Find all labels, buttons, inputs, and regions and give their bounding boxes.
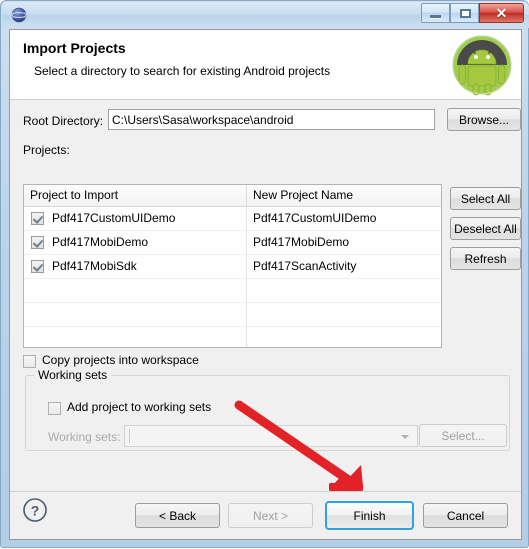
table-header-row: Project to Import New Project Name [24, 185, 441, 207]
maximize-button[interactable] [450, 3, 479, 23]
copy-projects-checkbox[interactable] [23, 355, 36, 368]
projects-table[interactable]: Project to Import New Project Name Pdf41… [23, 184, 442, 348]
minimize-button[interactable] [421, 3, 450, 23]
close-button[interactable]: ✕ [479, 3, 524, 23]
row-checkbox[interactable] [31, 260, 44, 273]
minimize-icon [430, 15, 441, 19]
cell-new-project-name: Pdf417ScanActivity [253, 259, 357, 273]
cell-project-to-import: Pdf417MobiSdk [52, 259, 137, 273]
browse-button[interactable]: Browse... [447, 108, 521, 131]
dialog-window: ✕ Import Projects Select a directory to … [0, 0, 529, 548]
table-body: Pdf417CustomUIDemo Pdf417CustomUIDemo Pd… [24, 207, 441, 347]
header-column-divider[interactable] [246, 185, 247, 206]
cell-project-to-import: Pdf417CustomUIDemo [52, 211, 176, 225]
svg-text:?: ? [31, 503, 40, 519]
working-sets-combo-label: Working sets: [48, 430, 121, 444]
title-bar: ✕ [1, 1, 529, 29]
footer-separator [10, 491, 521, 492]
root-directory-label: Root Directory: [23, 114, 104, 128]
cell-project-to-import: Pdf417MobiDemo [52, 235, 149, 249]
eclipse-globe-icon [11, 7, 27, 23]
text-caret [129, 429, 130, 443]
help-icon[interactable]: ? [22, 497, 48, 523]
dialog-client-area: Import Projects Select a directory to se… [9, 29, 522, 540]
root-directory-input[interactable] [108, 109, 435, 130]
refresh-button[interactable]: Refresh [450, 247, 521, 270]
next-button[interactable]: Next > [228, 503, 313, 528]
add-project-label: Add project to working sets [67, 400, 212, 414]
table-row-empty[interactable] [24, 303, 441, 327]
projects-label: Projects: [23, 143, 70, 157]
deselect-all-button[interactable]: Deselect All [450, 217, 521, 240]
finish-button[interactable]: Finish [325, 501, 414, 530]
working-sets-group-title: Working sets [34, 368, 112, 382]
android-robot-logo [452, 35, 512, 96]
wizard-banner: Import Projects Select a directory to se… [10, 30, 521, 100]
table-row[interactable]: Pdf417CustomUIDemo Pdf417CustomUIDemo [24, 207, 441, 231]
select-all-button[interactable]: Select All [450, 187, 521, 210]
row-checkbox[interactable] [31, 212, 44, 225]
cell-new-project-name: Pdf417MobiDemo [253, 235, 350, 249]
add-project-checkbox[interactable] [48, 402, 61, 415]
column-header-new-project-name[interactable]: New Project Name [253, 188, 353, 202]
chevron-down-icon[interactable] [401, 435, 409, 439]
close-icon: ✕ [495, 5, 508, 21]
page-subtitle: Select a directory to search for existin… [34, 64, 331, 78]
table-row[interactable]: Pdf417MobiDemo Pdf417MobiDemo [24, 231, 441, 255]
row-checkbox[interactable] [31, 236, 44, 249]
window-title [33, 7, 283, 23]
table-row-empty[interactable] [24, 327, 441, 347]
table-row[interactable]: Pdf417MobiSdk Pdf417ScanActivity [24, 255, 441, 279]
column-header-project-to-import[interactable]: Project to Import [30, 188, 118, 202]
table-column-divider [246, 206, 247, 347]
page-title: Import Projects [23, 40, 126, 56]
back-button[interactable]: < Back [135, 503, 220, 528]
working-sets-combo[interactable] [124, 425, 418, 447]
copy-projects-label: Copy projects into workspace [42, 353, 199, 367]
cancel-button[interactable]: Cancel [423, 503, 508, 528]
maximize-icon [460, 9, 471, 18]
select-working-sets-button[interactable]: Select... [419, 424, 507, 447]
cell-new-project-name: Pdf417CustomUIDemo [253, 211, 377, 225]
table-row-empty[interactable] [24, 279, 441, 303]
